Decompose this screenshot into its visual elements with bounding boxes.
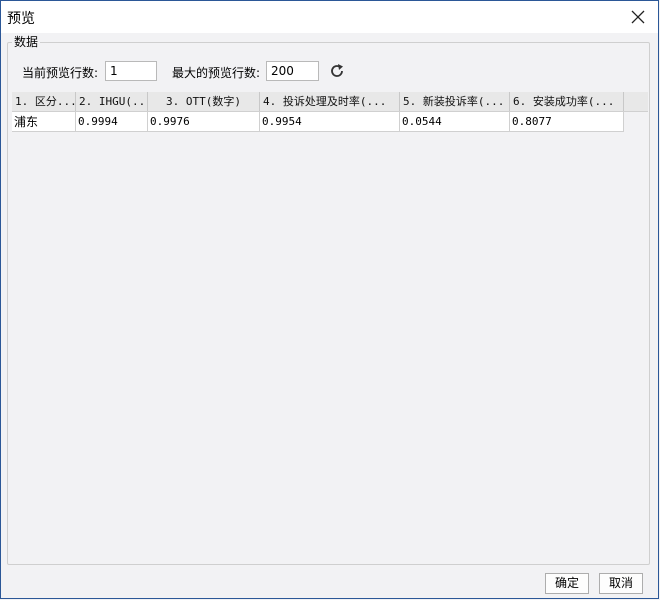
- table-cell[interactable]: 0.9954: [260, 112, 400, 132]
- table-cell[interactable]: 0.0544: [400, 112, 510, 132]
- close-button[interactable]: [628, 7, 648, 27]
- table-cell[interactable]: 0.8077: [510, 112, 624, 132]
- table-cell[interactable]: 浦东: [12, 112, 76, 132]
- title-bar[interactable]: 预览: [1, 1, 658, 33]
- window-title: 预览: [7, 11, 35, 27]
- cancel-button[interactable]: 取消: [599, 573, 643, 594]
- table-row[interactable]: 浦东 0.9994 0.9976 0.9954 0.0544 0.8077: [12, 112, 624, 132]
- column-header[interactable]: 6. 安装成功率(...: [510, 92, 624, 111]
- column-header[interactable]: 3. OTT(数字): [148, 92, 260, 111]
- max-rows-input[interactable]: 200: [266, 61, 319, 81]
- ok-button[interactable]: 确定: [545, 573, 589, 594]
- column-header[interactable]: 1. 区分...: [12, 92, 76, 111]
- refresh-icon: [331, 64, 343, 77]
- refresh-button[interactable]: [328, 62, 346, 80]
- table-cell[interactable]: 0.9976: [148, 112, 260, 132]
- preview-table: 1. 区分... 2. IHGU(... 3. OTT(数字) 4. 投诉处理及…: [12, 92, 648, 560]
- column-header[interactable]: 4. 投诉处理及时率(...: [260, 92, 400, 111]
- table-header: 1. 区分... 2. IHGU(... 3. OTT(数字) 4. 投诉处理及…: [12, 92, 648, 112]
- current-rows-input[interactable]: 1: [105, 61, 157, 81]
- close-icon: [631, 10, 645, 24]
- table-cell[interactable]: 0.9994: [76, 112, 148, 132]
- current-rows-label: 当前预览行数:: [22, 66, 99, 80]
- max-rows-label: 最大的预览行数:: [172, 66, 261, 80]
- column-header[interactable]: 5. 新装投诉率(...: [400, 92, 510, 111]
- column-header[interactable]: 2. IHGU(...: [76, 92, 148, 111]
- data-group-label: 数据: [12, 33, 41, 50]
